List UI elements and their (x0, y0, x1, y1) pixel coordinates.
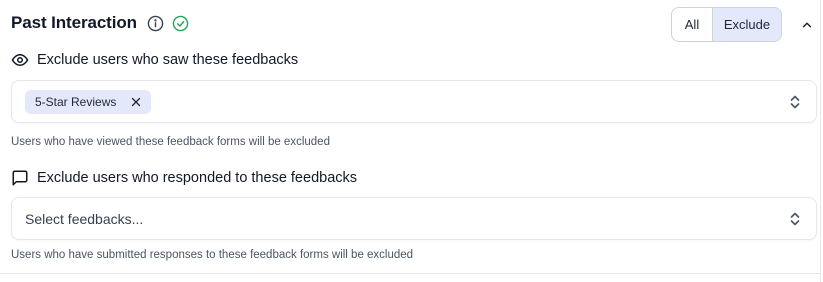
section-title: Past Interaction (11, 13, 137, 32)
toggle-exclude-button[interactable]: Exclude (712, 8, 781, 41)
divider (0, 273, 820, 274)
past-interaction-panel: Past Interaction All Exclude Exclude use… (0, 0, 823, 282)
eye-icon (11, 51, 29, 69)
responded-help-text: Users who have submitted responses to th… (11, 249, 414, 261)
include-exclude-toggle: All Exclude (671, 7, 782, 42)
collapse-button[interactable] (797, 15, 817, 35)
close-icon[interactable] (130, 96, 142, 108)
responded-label-text: Exclude users who responded to these fee… (37, 170, 358, 186)
select-placeholder: Select feedbacks... (25, 210, 144, 227)
seen-feedbacks-label: Exclude users who saw these feedbacks (11, 50, 298, 70)
seen-label-text: Exclude users who saw these feedbacks (37, 52, 299, 68)
section-header: Past Interaction (11, 8, 189, 38)
chevron-up-down-icon (789, 211, 801, 227)
responded-feedbacks-label: Exclude users who responded to these fee… (11, 168, 357, 188)
seen-feedbacks-select[interactable]: 5-Star Reviews (11, 80, 817, 123)
message-square-icon (11, 169, 29, 187)
info-icon[interactable] (147, 15, 164, 32)
selected-feedback-chip: 5-Star Reviews (25, 89, 152, 114)
chevron-up-down-icon (789, 94, 801, 110)
chevron-up-icon (802, 22, 812, 28)
check-circle-icon (172, 15, 189, 32)
chip-label: 5-Star Reviews (35, 94, 117, 109)
toggle-all-button[interactable]: All (672, 8, 712, 41)
scrollbar-track (820, 0, 821, 282)
seen-help-text: Users who have viewed these feedback for… (11, 136, 330, 148)
responded-feedbacks-select[interactable]: Select feedbacks... (11, 197, 817, 240)
